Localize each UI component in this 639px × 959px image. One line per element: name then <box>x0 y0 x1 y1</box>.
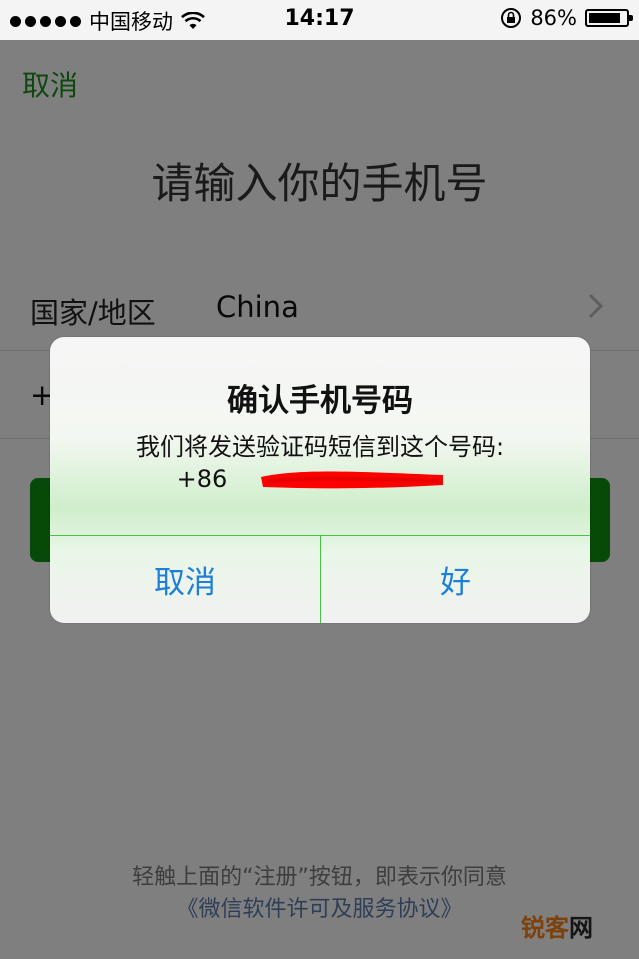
rotation-lock-icon <box>501 8 522 28</box>
status-bar: 中国移动 14:17 86% <box>0 0 639 40</box>
confirm-dialog: 确认手机号码 我们将发送验证码短信到这个号码: +86 取消 好 <box>50 337 590 623</box>
dialog-message: 我们将发送验证码短信到这个号码: <box>135 433 505 461</box>
battery-icon <box>585 9 633 27</box>
dialog-number-prefix: +86 <box>176 465 228 493</box>
battery-percent: 86% <box>530 6 577 30</box>
dialog-ok-button[interactable]: 好 <box>321 536 590 623</box>
dialog-title: 确认手机号码 <box>227 383 413 419</box>
dialog-cancel-button[interactable]: 取消 <box>50 536 320 623</box>
redaction-scribble <box>261 471 443 489</box>
status-right: 86% <box>500 6 633 30</box>
